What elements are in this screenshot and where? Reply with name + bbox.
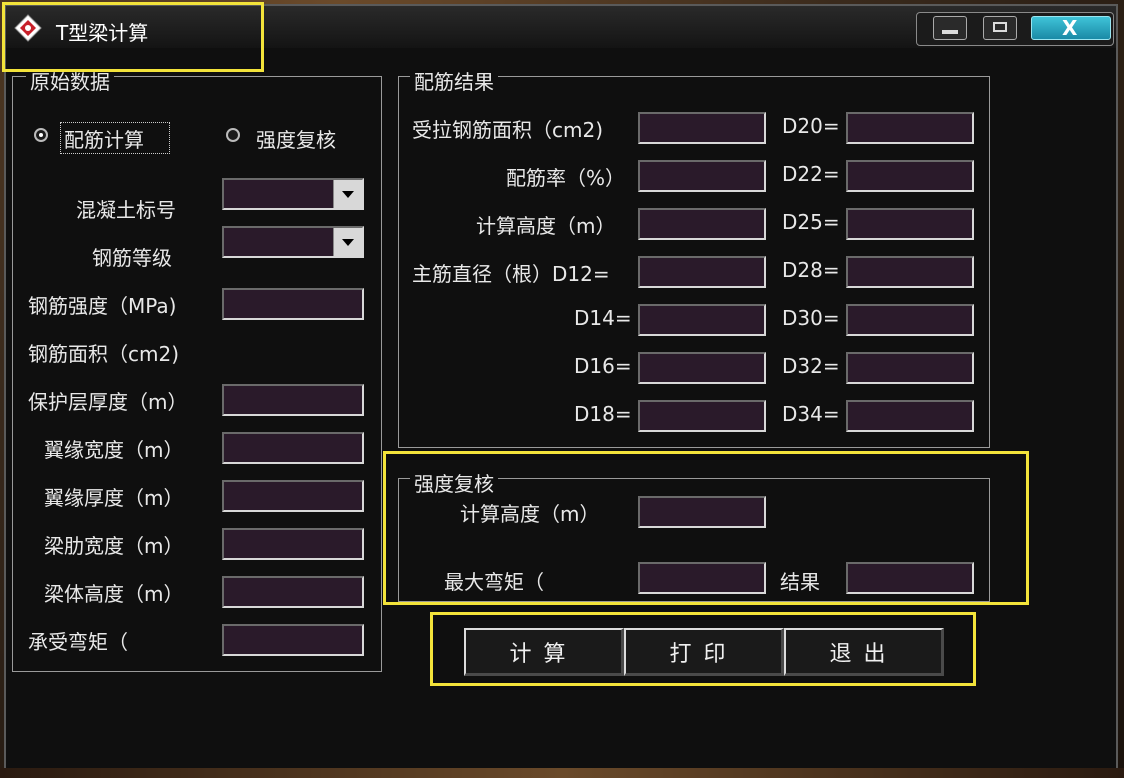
moment-input[interactable] (222, 624, 364, 656)
d34-label: D34= (782, 402, 840, 426)
ratio-label: 配筋率（%） (506, 166, 626, 190)
steel-area-label: 钢筋面积（cm2) (28, 342, 180, 366)
beam-height-input[interactable] (222, 576, 364, 608)
close-icon: X (1062, 16, 1078, 40)
main-bar-d12-label: 主筋直径（根）D12= (412, 262, 610, 286)
tension-area-label: 受拉钢筋面积（cm2) (412, 118, 604, 142)
flange-width-label: 翼缘宽度（m） (44, 438, 184, 462)
d14-label: D14= (574, 306, 632, 330)
maximize-button[interactable] (983, 16, 1017, 40)
cover-thickness-label: 保护层厚度（m） (28, 390, 188, 414)
calc-height-field[interactable] (638, 208, 766, 240)
concrete-grade-label: 混凝土标号 (76, 198, 176, 222)
concrete-grade-select[interactable] (222, 178, 364, 210)
d28-field[interactable] (846, 256, 974, 288)
tension-area-field[interactable] (638, 112, 766, 144)
d14-field[interactable] (638, 304, 766, 336)
beam-height-label: 梁体高度（m） (44, 582, 184, 606)
steel-grade-label: 钢筋等级 (92, 246, 172, 270)
d18-label: D18= (574, 402, 632, 426)
d32-field[interactable] (846, 352, 974, 384)
flange-thickness-label: 翼缘厚度（m） (44, 486, 184, 510)
d30-label: D30= (782, 306, 840, 330)
d25-field[interactable] (846, 208, 974, 240)
flange-thickness-input[interactable] (222, 480, 364, 512)
d12-field[interactable] (638, 256, 766, 288)
chevron-down-icon[interactable] (333, 228, 362, 256)
d16-label: D16= (574, 354, 632, 378)
radio-strength-check[interactable] (226, 128, 240, 142)
radio-strength-check-label[interactable]: 强度复核 (256, 124, 336, 153)
minimize-icon (942, 30, 958, 34)
d25-label: D25= (782, 210, 840, 234)
d22-field[interactable] (846, 160, 974, 192)
highlight-strength-check (383, 451, 1029, 605)
chevron-down-icon[interactable] (333, 180, 362, 208)
d28-label: D28= (782, 258, 840, 282)
highlight-title (2, 2, 264, 72)
window-controls: X (916, 12, 1114, 46)
desktop-bottom-strip (0, 768, 1124, 778)
ratio-field[interactable] (638, 160, 766, 192)
d32-label: D32= (782, 354, 840, 378)
steel-strength-label: 钢筋强度（MPa) (28, 294, 177, 318)
rib-width-input[interactable] (222, 528, 364, 560)
calc-height-label: 计算高度（m） (476, 214, 616, 238)
d22-label: D22= (782, 162, 840, 186)
d20-label: D20= (782, 114, 840, 138)
d20-field[interactable] (846, 112, 974, 144)
flange-width-input[interactable] (222, 432, 364, 464)
radio-reinforcement-calc[interactable] (34, 128, 48, 142)
steel-strength-input[interactable] (222, 288, 364, 320)
moment-label: 承受弯矩（ (28, 630, 128, 654)
radio-reinforcement-calc-label[interactable]: 配筋计算 (64, 124, 144, 153)
highlight-buttons (430, 612, 976, 686)
cover-thickness-input[interactable] (222, 384, 364, 416)
steel-grade-select[interactable] (222, 226, 364, 258)
d18-field[interactable] (638, 400, 766, 432)
minimize-button[interactable] (933, 16, 967, 40)
d16-field[interactable] (638, 352, 766, 384)
close-button[interactable]: X (1031, 16, 1111, 40)
maximize-icon (993, 22, 1007, 32)
d30-field[interactable] (846, 304, 974, 336)
d34-field[interactable] (846, 400, 974, 432)
result-group-title: 配筋结果 (410, 66, 498, 95)
rib-width-label: 梁肋宽度（m） (44, 534, 184, 558)
